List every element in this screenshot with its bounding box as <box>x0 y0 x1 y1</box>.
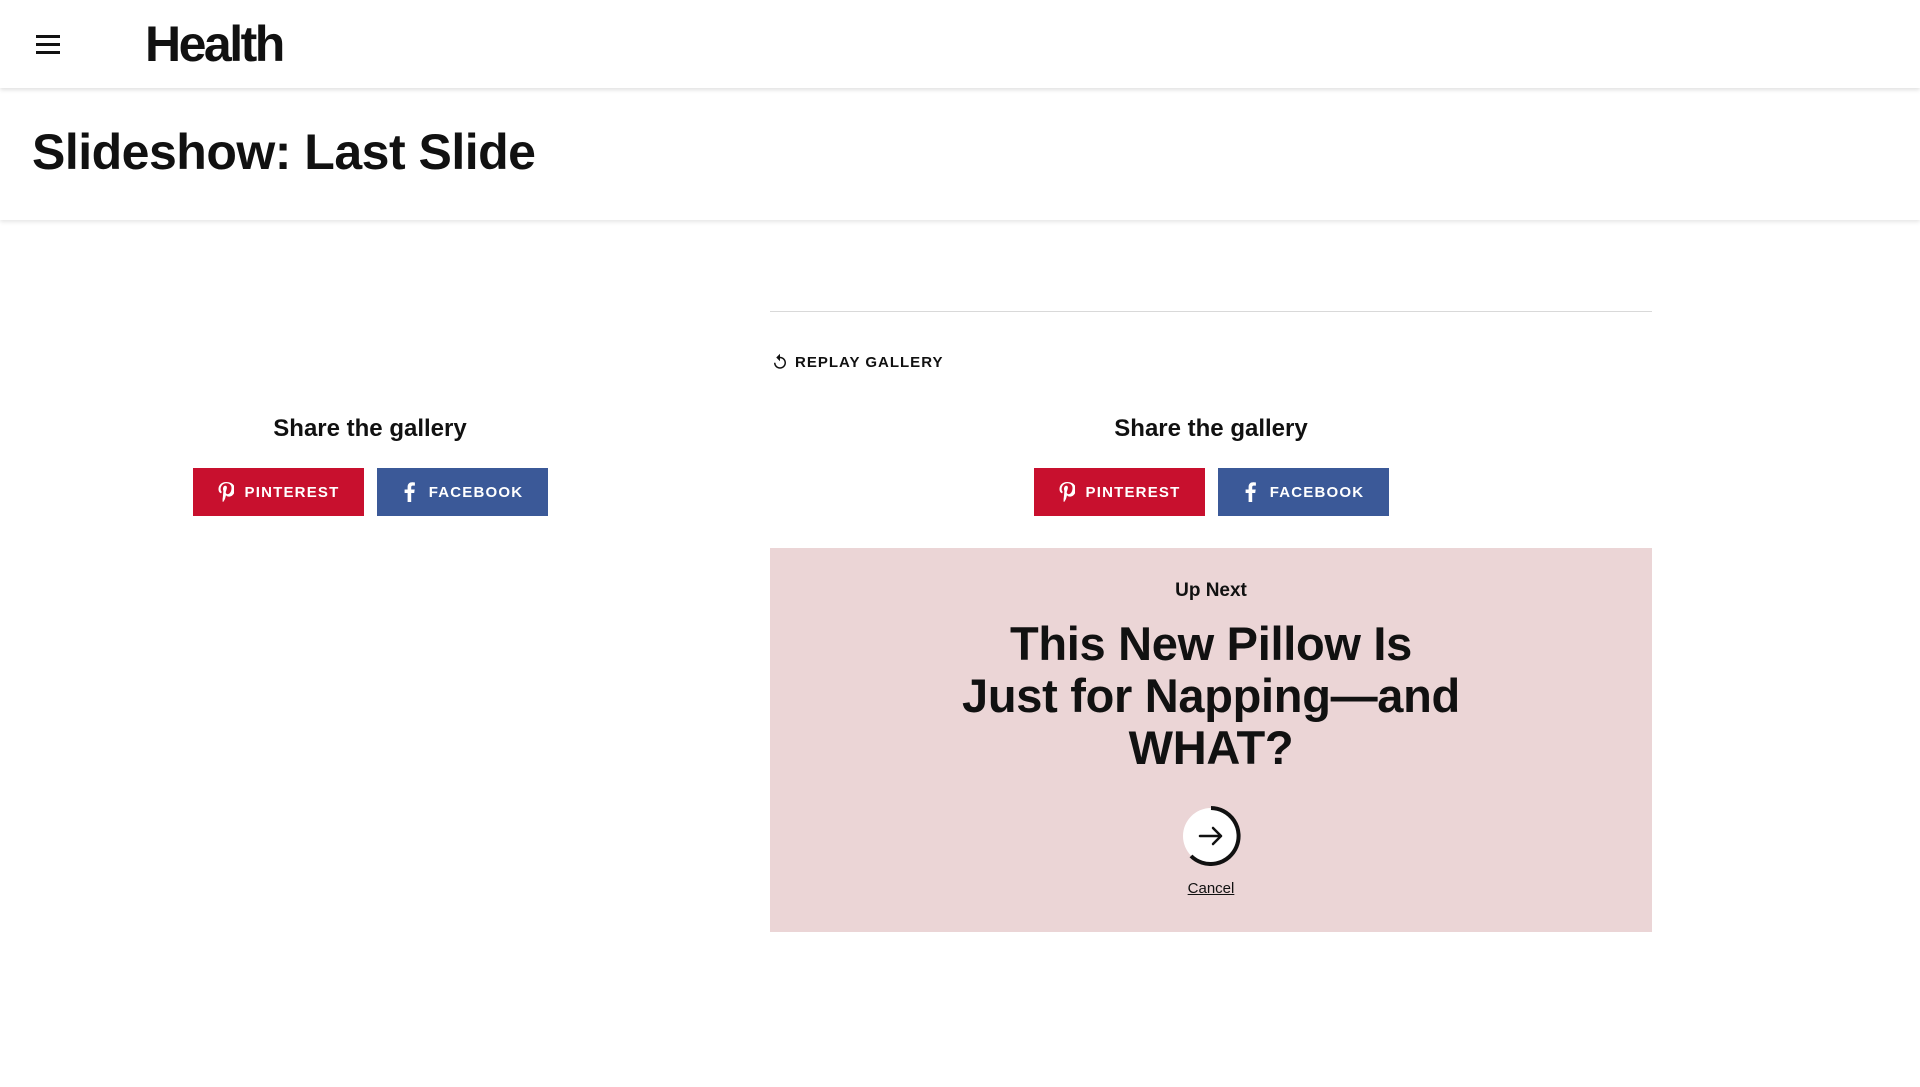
page-title: Slideshow: Last Slide <box>32 124 536 180</box>
facebook-share-button[interactable]: FACEBOOK <box>376 468 548 516</box>
share-gallery-title: Share the gallery <box>1114 415 1308 442</box>
cancel-link[interactable]: Cancel <box>770 880 1652 897</box>
next-slideshow-button[interactable] <box>1181 806 1241 866</box>
arrow-right-icon <box>1183 806 1241 866</box>
replay-gallery-button[interactable]: REPLAY GALLERY <box>771 350 943 374</box>
pinterest-share-label: PINTEREST <box>1085 483 1181 501</box>
menu-line <box>36 42 60 46</box>
replay-icon <box>774 353 786 369</box>
site-logo[interactable]: Health <box>145 14 285 74</box>
replay-gallery-label: REPLAY GALLERY <box>795 353 944 371</box>
menu-line <box>36 34 60 38</box>
pinterest-icon <box>217 481 235 503</box>
share-buttons: PINTEREST FACEBOOK <box>190 468 550 516</box>
up-next-card: Up Next This New Pillow Is Just for Napp… <box>770 548 1652 932</box>
facebook-share-label: FACEBOOK <box>428 483 524 501</box>
share-buttons: PINTEREST FACEBOOK <box>1031 468 1391 516</box>
share-gallery-title: Share the gallery <box>273 415 467 442</box>
section-divider <box>770 311 1652 312</box>
up-next-label: Up Next <box>1175 580 1247 601</box>
share-gallery-right: Share the gallery PINTEREST FACEBOOK <box>1031 412 1391 516</box>
facebook-icon <box>1242 481 1260 503</box>
hamburger-menu-icon[interactable] <box>26 24 70 64</box>
facebook-icon <box>401 481 419 503</box>
site-header: Health <box>0 0 1920 88</box>
share-gallery-left: Share the gallery PINTEREST FACEBOOK <box>190 412 550 516</box>
facebook-share-button[interactable]: FACEBOOK <box>1217 468 1389 516</box>
pinterest-share-button[interactable]: PINTEREST <box>1033 468 1205 516</box>
menu-line <box>36 50 60 54</box>
facebook-share-label: FACEBOOK <box>1269 483 1365 501</box>
up-next-headline[interactable]: This New Pillow Is Just for Napping—and … <box>961 618 1461 774</box>
pinterest-share-label: PINTEREST <box>244 483 340 501</box>
pinterest-icon <box>1058 481 1076 503</box>
pinterest-share-button[interactable]: PINTEREST <box>192 468 364 516</box>
title-bar: Slideshow: Last Slide <box>0 88 1920 220</box>
